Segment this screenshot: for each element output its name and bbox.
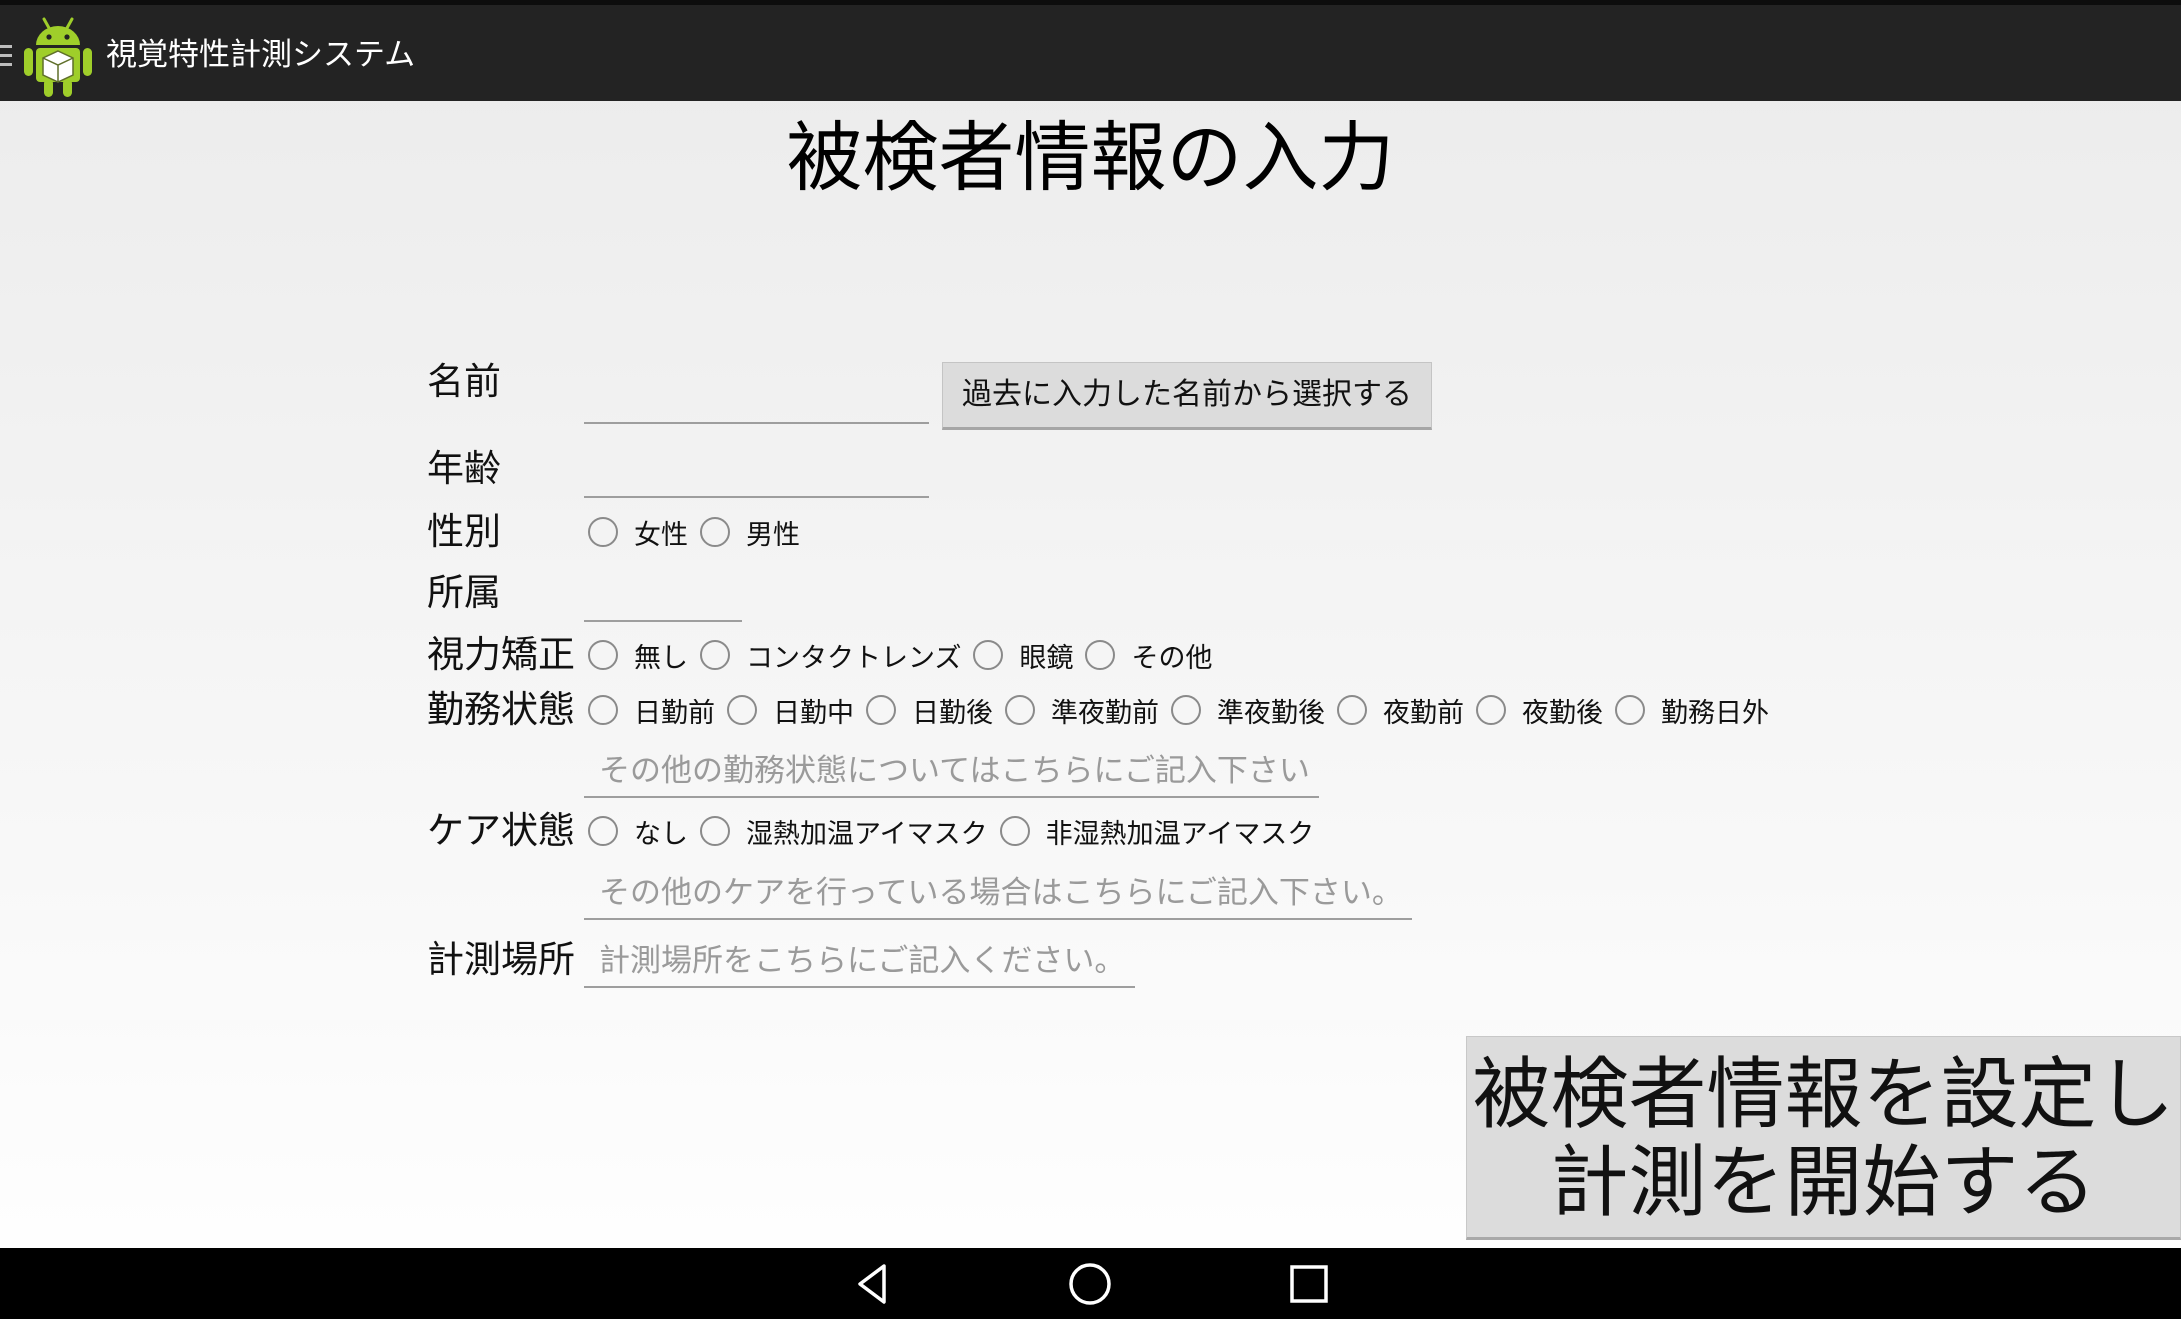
- work-option-day-off[interactable]: 勤務日外: [1615, 691, 1769, 730]
- radio-button[interactable]: [1615, 695, 1645, 725]
- care-option-none[interactable]: なし: [588, 812, 688, 851]
- radio-button[interactable]: [1171, 695, 1201, 725]
- radio-button[interactable]: [700, 816, 730, 846]
- work-option-before-day-shift[interactable]: 日勤前: [588, 691, 715, 730]
- radio-button[interactable]: [588, 517, 618, 547]
- location-input[interactable]: 計測場所をこちらにご記入ください。: [584, 938, 1135, 988]
- radio-button[interactable]: [999, 816, 1030, 846]
- vision-option-none[interactable]: 無し: [588, 636, 688, 675]
- radio-button[interactable]: [588, 640, 618, 670]
- drawer-menu-icon[interactable]: [0, 45, 12, 67]
- care-option-moist-heat-eye-mask[interactable]: 湿熱加温アイマスク: [700, 812, 988, 851]
- radio-button[interactable]: [1337, 695, 1367, 725]
- radio-button[interactable]: [700, 640, 730, 670]
- vision-option-contact-lens[interactable]: コンタクトレンズ: [700, 636, 961, 675]
- recents-icon[interactable]: [1285, 1260, 1333, 1308]
- work-option-after-day-shift[interactable]: 日勤後: [866, 691, 993, 730]
- work-option-after-evening-shift[interactable]: 準夜勤後: [1171, 691, 1325, 730]
- name-label: 名前: [427, 360, 501, 403]
- radio-button[interactable]: [1085, 640, 1116, 670]
- affiliation-label: 所属: [427, 571, 501, 614]
- affiliation-input[interactable]: [584, 570, 742, 622]
- radio-button[interactable]: [588, 816, 618, 846]
- android-logo-icon[interactable]: [22, 15, 94, 99]
- care-status-radio-group: なし 湿熱加温アイマスク 非湿熱加温アイマスク: [588, 809, 1326, 853]
- work-option-before-night-shift[interactable]: 夜勤前: [1337, 691, 1464, 730]
- care-option-non-moist-heat-eye-mask[interactable]: 非湿熱加温アイマスク: [999, 812, 1314, 851]
- start-measurement-button[interactable]: 被検者情報を設定し 計測を開始する: [1466, 1036, 2181, 1240]
- care-status-other-input[interactable]: その他のケアを行っている場合はこちらにご記入下さい。: [584, 870, 1412, 920]
- radio-button[interactable]: [700, 517, 730, 547]
- gender-option-female[interactable]: 女性: [588, 513, 688, 552]
- vision-correction-radio-group: 無し コンタクトレンズ 眼鏡 その他: [588, 633, 1224, 677]
- back-icon[interactable]: [848, 1260, 896, 1308]
- gender-option-male[interactable]: 男性: [700, 513, 800, 552]
- home-icon[interactable]: [1066, 1260, 1114, 1308]
- vision-option-glasses[interactable]: 眼鏡: [973, 636, 1073, 675]
- gender-radio-group: 女性 男性: [588, 510, 812, 554]
- gender-label: 性別: [427, 510, 501, 553]
- action-bar: 視覚特性計測システム: [0, 0, 2181, 101]
- select-past-name-button[interactable]: 過去に入力した名前から選択する: [942, 362, 1432, 430]
- radio-button[interactable]: [1476, 695, 1506, 725]
- vision-option-other[interactable]: その他: [1085, 636, 1212, 675]
- radio-button[interactable]: [588, 695, 618, 725]
- start-button-line-1: 被検者情報を設定し: [1472, 1050, 2175, 1140]
- work-status-other-input[interactable]: その他の勤務状態についてはこちらにご記入下さい: [584, 748, 1319, 798]
- work-status-label: 勤務状態: [427, 688, 575, 731]
- radio-button[interactable]: [973, 640, 1004, 670]
- work-option-before-evening-shift[interactable]: 準夜勤前: [1005, 691, 1159, 730]
- work-option-after-night-shift[interactable]: 夜勤後: [1476, 691, 1603, 730]
- location-label: 計測場所: [427, 938, 575, 981]
- page-title: 被検者情報の入力: [786, 113, 1395, 202]
- start-button-line-2: 計測を開始する: [1550, 1138, 2097, 1228]
- radio-button[interactable]: [727, 695, 757, 725]
- app-title: 視覚特性計測システム: [106, 37, 416, 73]
- radio-button[interactable]: [1005, 695, 1035, 725]
- age-label: 年齢: [427, 447, 501, 490]
- name-input[interactable]: [584, 360, 929, 424]
- work-option-during-day-shift[interactable]: 日勤中: [727, 691, 854, 730]
- work-status-radio-group: 日勤前 日勤中 日勤後 準夜勤前 準夜勤後 夜勤前 夜勤後 勤務日外: [588, 688, 1781, 732]
- radio-button[interactable]: [866, 695, 896, 725]
- care-status-label: ケア状態: [427, 809, 575, 852]
- vision-correction-label: 視力矯正: [427, 633, 575, 676]
- age-input[interactable]: [584, 440, 929, 498]
- navigation-bar: [0, 1248, 2181, 1319]
